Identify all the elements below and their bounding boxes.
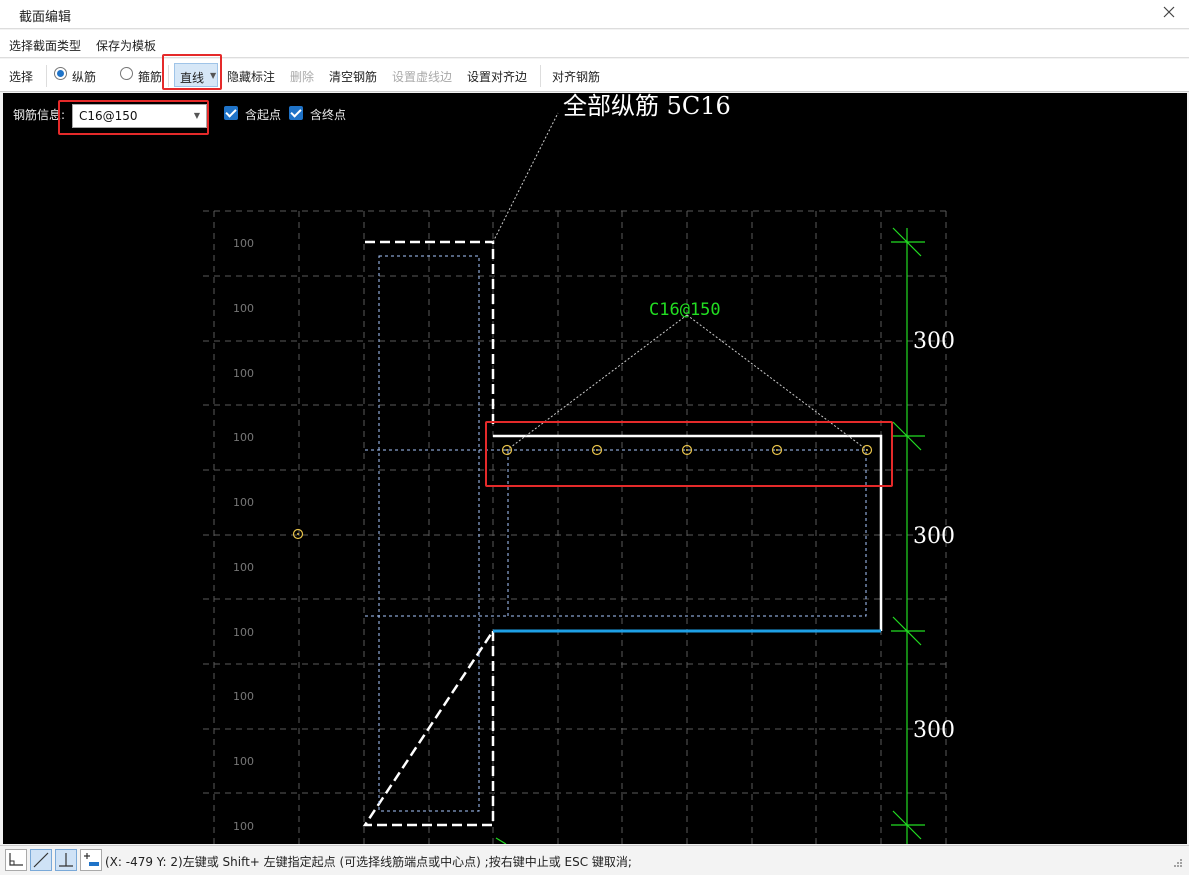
perpendicular-icon bbox=[59, 853, 73, 867]
grid-label: 100 bbox=[233, 431, 254, 444]
set-dashed-edge-button[interactable]: 设置虚线边 bbox=[392, 68, 452, 85]
rebar-spec-label: C16@150 bbox=[649, 300, 721, 320]
delete-button[interactable]: 删除 bbox=[290, 68, 314, 85]
chevron-down-icon: ▼ bbox=[210, 71, 217, 80]
dimension-label: 300 bbox=[913, 524, 955, 549]
rebar-info-select[interactable]: C16@150 ▼ bbox=[72, 104, 207, 128]
grid bbox=[203, 210, 947, 844]
dimension-line bbox=[495, 227, 925, 844]
ortho-icon bbox=[9, 853, 23, 866]
grid-label: 100 bbox=[233, 755, 254, 768]
all-longitudinal-label: 全部纵筋 5C16 bbox=[563, 93, 731, 120]
set-align-edge-button[interactable]: 设置对齐边 bbox=[467, 68, 527, 85]
menu-select-section-type[interactable]: 选择截面类型 bbox=[9, 37, 81, 54]
section-editor-window: 截面编辑 选择截面类型 保存为模板 选择 纵筋 箍筋 直线 ▼ 隐藏标注 删除 … bbox=[0, 0, 1189, 875]
toolbar-separator bbox=[168, 65, 169, 87]
toolbar-separator bbox=[540, 65, 541, 87]
line-snap-toggle[interactable] bbox=[30, 849, 52, 871]
perpendicular-toggle[interactable] bbox=[55, 849, 77, 871]
resize-grip-icon[interactable] bbox=[1173, 858, 1183, 868]
align-rebar-button[interactable]: 对齐钢筋 bbox=[552, 68, 600, 85]
hide-labels-button[interactable]: 隐藏标注 bbox=[227, 68, 275, 85]
include-start-label: 含起点 bbox=[245, 108, 282, 122]
toolbar: 选择 纵筋 箍筋 直线 ▼ 隐藏标注 删除 清空钢筋 设置虚线边 设置对齐边 对… bbox=[0, 59, 1189, 92]
menu-bar: 选择截面类型 保存为模板 bbox=[0, 30, 1189, 58]
longitudinal-label: 纵筋 bbox=[72, 70, 97, 84]
rebar-info-value: C16@150 bbox=[79, 109, 138, 123]
status-bar: (X: -479 Y: 2)左键或 Shift+ 左键指定起点 (可选择线筋端点… bbox=[0, 845, 1189, 875]
grid-label: 100 bbox=[233, 496, 254, 509]
grid-label: 100 bbox=[233, 237, 254, 250]
stirrup-radio[interactable] bbox=[120, 67, 133, 80]
chevron-down-icon: ▼ bbox=[193, 111, 200, 120]
grid-label: 100 bbox=[233, 626, 254, 639]
snap-point-toggle[interactable] bbox=[80, 849, 102, 871]
flange-section bbox=[365, 434, 883, 633]
rebar-points bbox=[292, 444, 873, 540]
dimension-label: 300 bbox=[913, 718, 955, 743]
stirrup-label: 箍筋 bbox=[138, 70, 163, 84]
ortho-toggle[interactable] bbox=[5, 849, 27, 871]
include-end-label: 含终点 bbox=[310, 108, 347, 122]
include-end-checkbox[interactable] bbox=[289, 106, 303, 120]
select-button[interactable]: 选择 bbox=[9, 68, 33, 85]
snap-point-icon bbox=[84, 853, 99, 866]
line-dropdown-button[interactable]: 直线 ▼ bbox=[174, 63, 218, 87]
line-button-label: 直线 bbox=[180, 71, 205, 85]
close-icon[interactable] bbox=[1161, 4, 1177, 20]
status-message: (X: -479 Y: 2)左键或 Shift+ 左键指定起点 (可选择线筋端点… bbox=[105, 855, 632, 869]
menu-save-as-template[interactable]: 保存为模板 bbox=[96, 37, 156, 54]
grid-label: 100 bbox=[233, 820, 254, 833]
dimension-label: 300 bbox=[913, 329, 955, 354]
include-start-checkbox[interactable] bbox=[224, 106, 238, 120]
toolbar-separator bbox=[46, 65, 47, 87]
grid-label: 100 bbox=[233, 561, 254, 574]
grid-label: 100 bbox=[233, 302, 254, 315]
section-drawing: 100 100 100 100 100 100 100 100 100 100 bbox=[203, 93, 955, 844]
leader-lines bbox=[492, 112, 868, 451]
title-bar: 截面编辑 bbox=[0, 0, 1189, 29]
window-title: 截面编辑 bbox=[19, 10, 72, 25]
rebar-point-centers bbox=[297, 449, 868, 535]
drawing-canvas[interactable]: 100 100 100 100 100 100 100 100 100 100 bbox=[3, 93, 1187, 844]
longitudinal-radio[interactable] bbox=[54, 67, 67, 80]
grid-label: 100 bbox=[233, 367, 254, 380]
dimension-labels: 300 300 300 bbox=[913, 329, 955, 743]
grid-label: 100 bbox=[233, 690, 254, 703]
rebar-info-label: 钢筋信息: bbox=[13, 108, 66, 122]
diagonal-line-icon bbox=[33, 852, 49, 868]
clear-rebar-button[interactable]: 清空钢筋 bbox=[329, 68, 377, 85]
